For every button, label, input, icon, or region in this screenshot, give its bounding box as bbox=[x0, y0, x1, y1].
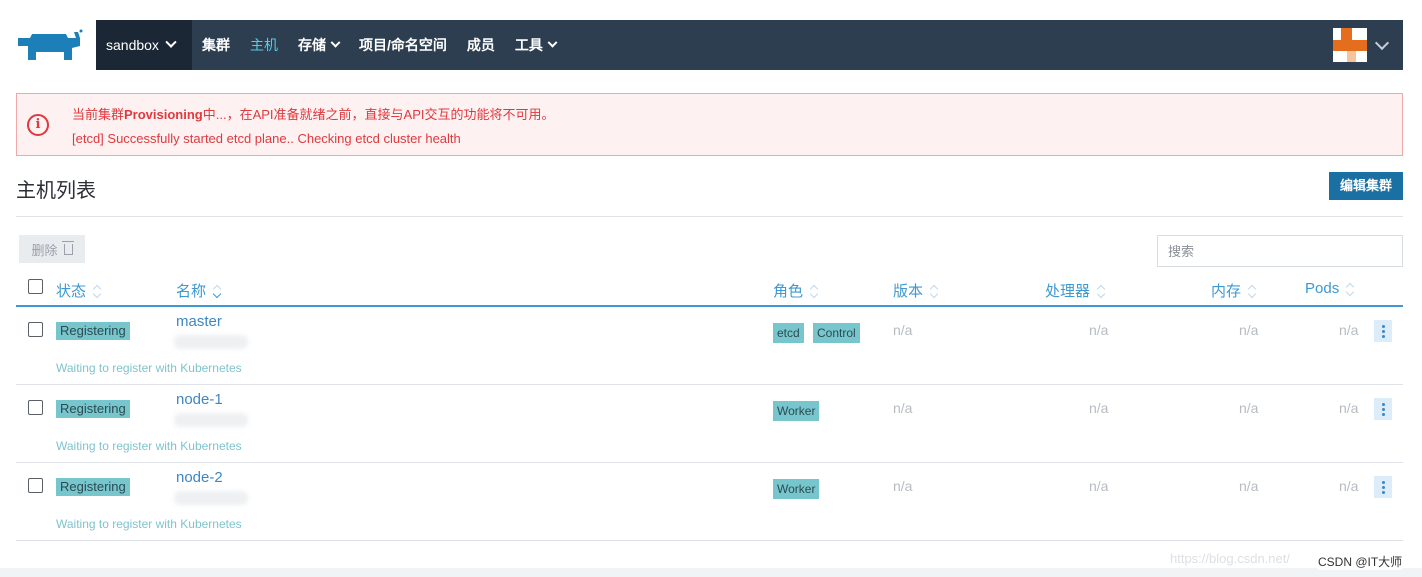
status-badge: Registering bbox=[56, 478, 130, 496]
pods-value: n/a bbox=[1339, 400, 1359, 416]
role-badge: Worker bbox=[773, 479, 820, 499]
column-header-role[interactable]: 角色 bbox=[773, 280, 819, 301]
top-navigation-bar: sandbox 集群 主机 存储 项目/命名空间 成员 工具 bbox=[96, 20, 1403, 70]
select-all-checkbox[interactable] bbox=[28, 279, 43, 294]
kebab-menu-icon[interactable] bbox=[1374, 320, 1392, 342]
user-avatar[interactable] bbox=[1333, 28, 1367, 62]
edit-cluster-button[interactable]: 编辑集群 bbox=[1329, 172, 1403, 200]
page-footer-strip bbox=[0, 568, 1422, 577]
search-input[interactable] bbox=[1157, 235, 1403, 267]
sort-icon bbox=[92, 283, 102, 299]
alert-detail: [etcd] Successfully started etcd plane..… bbox=[72, 131, 461, 146]
redacted-ip bbox=[174, 491, 248, 505]
kebab-menu-icon[interactable] bbox=[1374, 398, 1392, 420]
chevron-down-icon bbox=[165, 36, 177, 48]
version-value: n/a bbox=[893, 400, 913, 416]
chevron-down-icon bbox=[547, 37, 558, 48]
nav-item-storage[interactable]: 存储 bbox=[298, 35, 341, 55]
version-value: n/a bbox=[893, 322, 913, 338]
version-value: n/a bbox=[893, 478, 913, 494]
node-name-link[interactable]: node-2 bbox=[176, 469, 223, 486]
nav-item-nodes[interactable]: 主机 bbox=[250, 35, 278, 55]
pods-value: n/a bbox=[1339, 322, 1359, 338]
role-badge: etcd bbox=[773, 323, 804, 343]
sort-icon bbox=[809, 283, 819, 299]
cpu-value: n/a bbox=[1089, 322, 1109, 338]
sort-icon bbox=[1247, 283, 1257, 299]
status-badge: Registering bbox=[56, 322, 130, 340]
chevron-down-icon bbox=[330, 37, 341, 48]
cluster-switcher[interactable]: sandbox bbox=[96, 20, 192, 70]
table-row: Registering node-2 Waiting to register w… bbox=[16, 463, 1403, 541]
nav-item-members[interactable]: 成员 bbox=[467, 35, 495, 55]
row-checkbox[interactable] bbox=[28, 400, 43, 415]
row-checkbox[interactable] bbox=[28, 322, 43, 337]
cpu-value: n/a bbox=[1089, 400, 1109, 416]
column-header-state[interactable]: 状态 bbox=[56, 280, 102, 301]
memory-value: n/a bbox=[1239, 400, 1259, 416]
node-name-link[interactable]: master bbox=[176, 313, 222, 330]
table-row: Registering node-1 Waiting to register w… bbox=[16, 385, 1403, 463]
redacted-ip bbox=[174, 413, 248, 427]
sort-icon bbox=[1096, 283, 1106, 299]
alert-message: 当前集群Provisioning中...，在API准备就绪之前，直接与API交互… bbox=[72, 107, 555, 122]
cluster-name: sandbox bbox=[106, 37, 159, 53]
delete-button[interactable]: 删除 bbox=[19, 235, 85, 263]
sort-icon bbox=[1345, 281, 1355, 297]
nav-item-clusters[interactable]: 集群 bbox=[202, 35, 230, 55]
node-name-link[interactable]: node-1 bbox=[176, 391, 223, 408]
column-header-memory[interactable]: 内存 bbox=[1211, 280, 1257, 301]
info-icon: i bbox=[27, 114, 49, 136]
chevron-down-icon[interactable] bbox=[1374, 35, 1390, 51]
nav-item-projects-namespaces[interactable]: 项目/命名空间 bbox=[359, 35, 447, 55]
divider bbox=[16, 216, 1403, 217]
row-hint: Waiting to register with Kubernetes bbox=[56, 517, 242, 531]
table-row: Registering master Waiting to register w… bbox=[16, 307, 1403, 385]
sort-desc-icon bbox=[212, 283, 222, 299]
cpu-value: n/a bbox=[1089, 478, 1109, 494]
role-badge: Control bbox=[813, 323, 860, 343]
column-header-cpu[interactable]: 处理器 bbox=[1045, 280, 1106, 301]
memory-value: n/a bbox=[1239, 322, 1259, 338]
column-header-pods[interactable]: Pods bbox=[1305, 280, 1355, 297]
row-checkbox[interactable] bbox=[28, 478, 43, 493]
rancher-logo[interactable] bbox=[16, 28, 84, 64]
column-header-version[interactable]: 版本 bbox=[893, 280, 939, 301]
sort-icon bbox=[929, 283, 939, 299]
page-title: 主机列表 bbox=[16, 180, 96, 202]
column-header-name[interactable]: 名称 bbox=[176, 280, 222, 301]
row-hint: Waiting to register with Kubernetes bbox=[56, 439, 242, 453]
role-badge: Worker bbox=[773, 401, 820, 421]
redacted-ip bbox=[174, 335, 248, 349]
row-hint: Waiting to register with Kubernetes bbox=[56, 361, 242, 375]
provisioning-alert: i 当前集群Provisioning中...，在API准备就绪之前，直接与API… bbox=[16, 93, 1403, 156]
watermark-url: https://blog.csdn.net/ bbox=[1170, 551, 1290, 566]
pods-value: n/a bbox=[1339, 478, 1359, 494]
kebab-menu-icon[interactable] bbox=[1374, 476, 1392, 498]
memory-value: n/a bbox=[1239, 478, 1259, 494]
nav-item-tools[interactable]: 工具 bbox=[515, 35, 558, 55]
trash-icon bbox=[61, 240, 74, 255]
csdn-watermark: CSDN @IT大师 bbox=[1318, 553, 1403, 570]
status-badge: Registering bbox=[56, 400, 130, 418]
